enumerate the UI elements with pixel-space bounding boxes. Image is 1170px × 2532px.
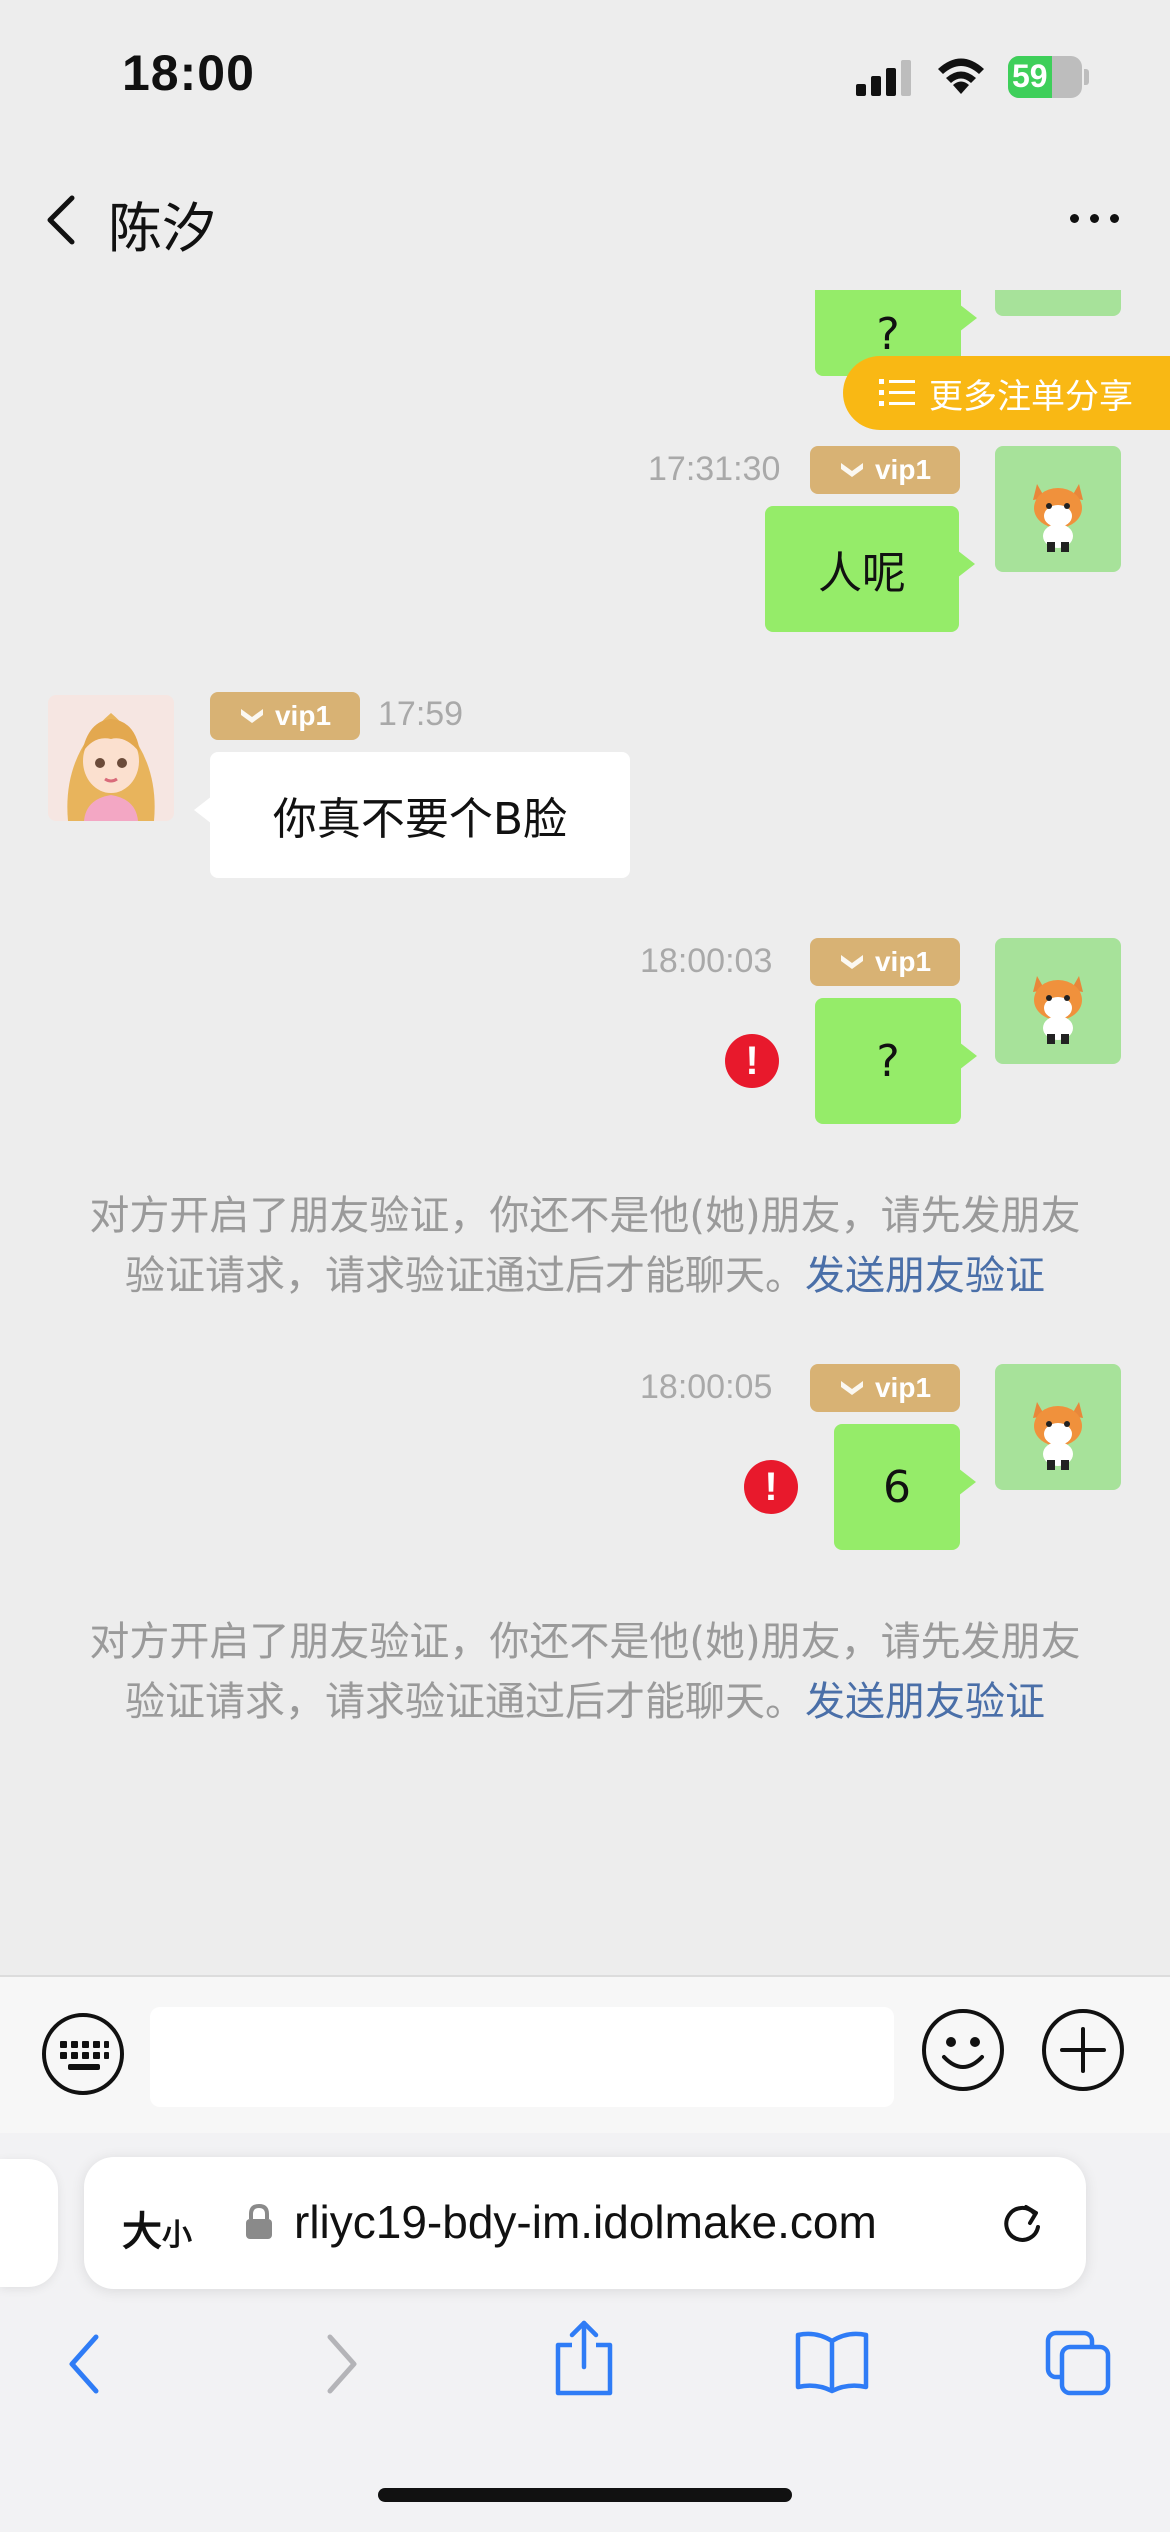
battery-percent: 59 bbox=[1012, 58, 1048, 94]
page-settings-large: 大 bbox=[122, 2209, 162, 2255]
share-more-bets-button[interactable]: 更多注单分享 bbox=[843, 356, 1170, 430]
message-timestamp: 18:00:03 bbox=[640, 942, 773, 980]
message-text: ? bbox=[876, 1035, 900, 1087]
vip-label: vip1 bbox=[874, 946, 932, 977]
my-avatar[interactable] bbox=[995, 1364, 1121, 1490]
message-text: 你真不要个B脸 bbox=[272, 794, 568, 845]
lock-icon bbox=[246, 2203, 272, 2239]
notice-line: 对方开启了朋友验证，你还不是他(她)朋友，请先发朋友 bbox=[89, 1619, 1081, 1665]
chat-messages[interactable]: ? 更多注单分享 17:31:30 vip1 人呢 vip1 17:59 你真不… bbox=[0, 290, 1170, 1975]
chat-header: 陈汐 bbox=[0, 160, 1170, 280]
shiba-avatar-icon bbox=[1033, 1402, 1083, 1470]
friend-verification-notice: 对方开启了朋友验证，你还不是他(她)朋友，请先发朋友 验证请求，请求验证通过后才… bbox=[40, 1186, 1130, 1306]
message-timestamp: 17:59 bbox=[378, 695, 464, 733]
notice-line: 验证请求，请求验证通过后才能聊天。 bbox=[125, 1679, 805, 1725]
vip-badge: vip1 bbox=[210, 692, 360, 740]
share-more-bets-label: 更多注单分享 bbox=[929, 376, 1133, 417]
message-bubble[interactable]: 人呢 bbox=[765, 506, 975, 632]
vip-chevron-icon bbox=[840, 463, 863, 477]
shiba-avatar-icon bbox=[1033, 484, 1083, 552]
shiba-avatar-icon bbox=[1033, 976, 1083, 1044]
friend-verification-notice: 对方开启了朋友验证，你还不是他(她)朋友，请先发朋友 验证请求，请求验证通过后才… bbox=[40, 1612, 1130, 1732]
back-arrow-icon[interactable] bbox=[62, 2329, 112, 2399]
previous-tab-preview[interactable] bbox=[0, 2159, 58, 2287]
keyboard-toggle-icon[interactable] bbox=[40, 2011, 126, 2097]
message-timestamp: 18:00:05 bbox=[640, 1368, 773, 1406]
home-indicator bbox=[378, 2488, 792, 2502]
vip-chevron-icon bbox=[840, 1381, 863, 1395]
vip-label: vip1 bbox=[874, 454, 932, 485]
status-time: 18:00 bbox=[122, 45, 255, 101]
notice-line: 验证请求，请求验证通过后才能聊天。 bbox=[125, 1253, 805, 1299]
more-options-icon[interactable] bbox=[1060, 200, 1130, 240]
my-avatar[interactable] bbox=[995, 938, 1121, 1064]
list-icon bbox=[879, 379, 915, 406]
page-settings-button[interactable]: 大小 bbox=[122, 2199, 192, 2257]
vip-chevron-icon bbox=[840, 955, 863, 969]
vip-badge: vip1 bbox=[810, 1364, 960, 1412]
message-timestamp: 17:31:30 bbox=[648, 450, 781, 488]
contact-avatar[interactable] bbox=[48, 695, 174, 821]
send-friend-verification-link[interactable]: 发送朋友验证 bbox=[805, 1253, 1045, 1299]
browser-bottom-bar: 大小 rliyc19-bdy-im.idolmake.com bbox=[0, 2133, 1170, 2532]
share-icon[interactable] bbox=[550, 2317, 618, 2399]
message-bubble[interactable]: ? bbox=[815, 998, 977, 1124]
url-text: rliyc19-bdy-im.idolmake.com bbox=[294, 2196, 877, 2248]
vip-chevron-icon bbox=[240, 709, 263, 723]
reload-icon[interactable] bbox=[994, 2195, 1050, 2251]
bookmarks-icon[interactable] bbox=[794, 2329, 870, 2395]
my-avatar[interactable] bbox=[995, 446, 1121, 572]
vip-badge: vip1 bbox=[810, 446, 960, 494]
cellular-signal-icon bbox=[856, 60, 911, 96]
wifi-icon bbox=[938, 58, 984, 94]
send-failed-icon[interactable]: ! bbox=[744, 1460, 798, 1514]
tabs-icon[interactable] bbox=[1044, 2329, 1114, 2399]
status-bar: 18:00 59 bbox=[0, 0, 1170, 150]
send-failed-icon[interactable]: ! bbox=[725, 1034, 779, 1088]
vip-label: vip1 bbox=[874, 1372, 932, 1403]
plus-icon[interactable] bbox=[1040, 2007, 1126, 2093]
message-text: ? bbox=[876, 308, 900, 360]
my-avatar[interactable] bbox=[995, 290, 1121, 316]
battery-indicator: 59 bbox=[1008, 56, 1089, 98]
page-settings-small: 小 bbox=[162, 2218, 192, 2253]
emoji-icon[interactable] bbox=[920, 2007, 1006, 2093]
message-input[interactable] bbox=[150, 2007, 894, 2107]
vip-label: vip1 bbox=[274, 700, 332, 731]
message-text: 6 bbox=[883, 1461, 911, 1513]
chat-title: 陈汐 bbox=[108, 197, 216, 260]
message-text: 人呢 bbox=[818, 548, 906, 599]
back-chevron-icon[interactable] bbox=[38, 190, 88, 250]
message-input-bar bbox=[0, 1975, 1170, 2133]
address-bar[interactable]: 大小 rliyc19-bdy-im.idolmake.com bbox=[84, 2157, 1086, 2289]
send-friend-verification-link[interactable]: 发送朋友验证 bbox=[805, 1679, 1045, 1725]
girl-avatar-icon bbox=[67, 713, 155, 821]
vip-badge: vip1 bbox=[810, 938, 960, 986]
message-bubble[interactable]: 你真不要个B脸 bbox=[194, 752, 630, 878]
forward-arrow-icon[interactable] bbox=[316, 2329, 366, 2399]
notice-line: 对方开启了朋友验证，你还不是他(她)朋友，请先发朋友 bbox=[89, 1193, 1081, 1239]
message-bubble[interactable]: 6 bbox=[834, 1424, 976, 1550]
